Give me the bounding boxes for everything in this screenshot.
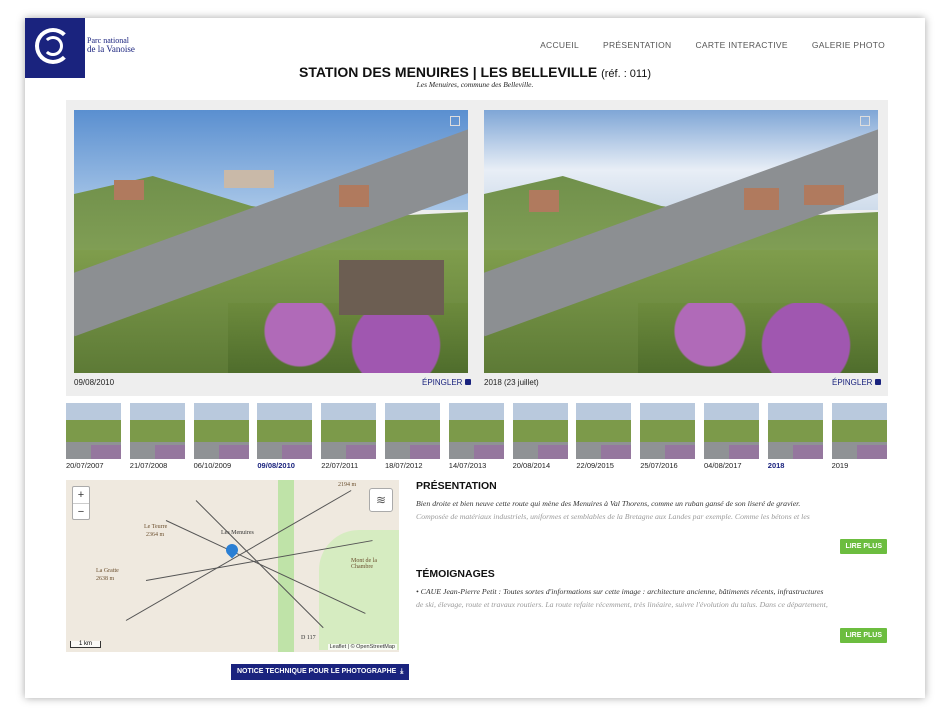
thumbnail[interactable]: 2019 [831, 403, 887, 470]
pin-left-label: ÉPINGLER [422, 378, 463, 387]
testimonies-text-2: de ski, élevage, route et travaux routie… [416, 600, 828, 609]
thumbnail[interactable]: 22/07/2011 [321, 403, 377, 470]
thumbnail[interactable]: 09/08/2010 [257, 403, 313, 470]
pin-right-label: ÉPINGLER [832, 378, 873, 387]
notice-technique-label: NOTICE TECHNIQUE POUR LE PHOTOGRAPHE [237, 668, 397, 675]
map-label-les-menuires: Les Menuires [221, 530, 254, 536]
map-zoom-control: + − [72, 486, 90, 520]
presentation-text-2: Composée de matériaux industriels, unifo… [416, 512, 810, 521]
map-label-d117: D 117 [301, 635, 316, 641]
logo-line-2: de la Vanoise [87, 44, 135, 54]
thumbnail[interactable]: 20/08/2014 [512, 403, 568, 470]
lock-icon [465, 379, 472, 385]
thumbnail-label: 06/10/2009 [193, 461, 232, 470]
title-main: STATION DES MENUIRES | LES BELLEVILLE [298, 64, 598, 80]
presentation-read-more-button[interactable]: LIRE PLUS [840, 539, 887, 554]
notice-technique-button[interactable]: NOTICE TECHNIQUE POUR LE PHOTOGRAPHE ⤓ [231, 664, 410, 680]
thumbnail-label: 20/07/2007 [66, 461, 104, 470]
photo-comparison: 09/08/2010 ÉPINGLER 2018 (23 juillet) ÉP… [66, 100, 888, 396]
thumbnail-image [767, 403, 823, 459]
thumbnail-label: 22/07/2011 [321, 461, 359, 470]
fullscreen-icon[interactable] [450, 116, 460, 126]
thumbnail-image [193, 403, 249, 459]
map-label-le-teurre: Le Teurre [144, 524, 168, 530]
map-label-mont-chambre: Mont de la Chambre [351, 558, 377, 570]
page-subtitle: Les Menuires, commune des Belleville. [416, 80, 534, 89]
download-icon: ⤓ [398, 668, 404, 675]
photo-right-date: 2018 (23 juillet) [484, 378, 539, 387]
thumbnail-image [321, 403, 377, 459]
presentation-text-1: Bien droite et bien neuve cette route qu… [416, 499, 801, 508]
zoom-in-button[interactable]: + [73, 487, 89, 503]
thumbnail-image [576, 403, 632, 459]
map-label-la-gratte: La Gratte [96, 568, 119, 574]
map-scale: 1 km [70, 641, 102, 648]
thumbnail-label: 04/08/2017 [704, 461, 742, 470]
thumbnail-image [831, 403, 887, 459]
thumbnail-label: 18/07/2012 [385, 461, 423, 470]
thumbnail-label: 14/07/2013 [448, 461, 487, 470]
thumbnail[interactable]: 14/07/2013 [448, 403, 504, 470]
photo-right[interactable] [484, 110, 878, 373]
layers-icon[interactable]: ≋ [369, 488, 393, 512]
thumbnail[interactable]: 06/10/2009 [193, 403, 249, 470]
location-map[interactable]: Le Teurre 2364 m La Gratte 2638 m Les Me… [66, 480, 399, 652]
fullscreen-icon[interactable] [860, 116, 870, 126]
page-title: STATION DES MENUIRES | LES BELLEVILLE (r… [25, 64, 925, 80]
main-nav: ACCUEIL PRÉSENTATION CARTE INTERACTIVE G… [540, 40, 885, 50]
thumbnail-image [385, 403, 440, 459]
map-label-2194: 2194 m [338, 482, 357, 488]
testimonies-read-more-button[interactable]: LIRE PLUS [840, 628, 887, 643]
thumbnail-image [512, 403, 568, 459]
testimonies-text-1: • CAUE Jean-Pierre Petit : Toutes sortes… [416, 587, 824, 596]
thumbnail-image [257, 403, 313, 459]
map-attribution[interactable]: Leaflet | © OpenStreetMap [327, 644, 397, 650]
thumbnail-label: 09/08/2010 [257, 461, 295, 470]
nav-accueil[interactable]: ACCUEIL [540, 40, 579, 50]
thumbnail[interactable]: 22/09/2015 [576, 403, 632, 470]
map-label-la-gratte-alt: 2638 m [96, 576, 115, 582]
thumbnail-label: 22/09/2015 [576, 461, 614, 470]
logo-text: Parc national de la Vanoise [87, 36, 135, 54]
page: Parc national de la Vanoise ACCUEIL PRÉS… [25, 18, 925, 698]
presentation-heading: PRÉSENTATION [416, 480, 497, 492]
thumbnail-label: 21/07/2008 [129, 461, 168, 470]
photo-left[interactable] [74, 110, 468, 373]
thumbnail[interactable]: 20/07/2007 [66, 403, 121, 470]
thumbnail-label: 25/07/2016 [640, 461, 678, 470]
thumbnail-strip: 20/07/2007 21/07/2008 06/10/2009 09/08/2010… [66, 403, 888, 475]
testimonies-section: TÉMOIGNAGES • CAUE Jean-Pierre Petit : T… [416, 568, 886, 611]
thumbnail-label: 2019 [831, 461, 849, 470]
thumbnail-image [129, 403, 185, 459]
nav-galerie-photo[interactable]: GALERIE PHOTO [812, 40, 885, 50]
testimonies-heading: TÉMOIGNAGES [416, 568, 495, 580]
nav-carte-interactive[interactable]: CARTE INTERACTIVE [695, 40, 787, 50]
thumbnail-image [66, 403, 121, 459]
zoom-out-button[interactable]: − [73, 503, 89, 519]
thumbnail-label: 2018 [767, 461, 785, 470]
presentation-section: PRÉSENTATION Bien droite et bien neuve c… [416, 480, 886, 523]
thumbnail[interactable]: 21/07/2008 [129, 403, 185, 470]
thumbnail-image [640, 403, 696, 459]
lock-icon [875, 379, 882, 385]
thumbnail[interactable]: 18/07/2012 [385, 403, 440, 470]
thumbnail-image [448, 403, 504, 459]
thumbnail-image [704, 403, 759, 459]
thumbnail-label: 20/08/2014 [512, 461, 551, 470]
logo-swirl-inner-icon [43, 36, 63, 56]
thumbnail[interactable]: 25/07/2016 [640, 403, 696, 470]
nav-presentation[interactable]: PRÉSENTATION [603, 40, 671, 50]
pin-right-button[interactable]: ÉPINGLER [832, 378, 882, 387]
thumbnail[interactable]: 04/08/2017 [704, 403, 759, 470]
map-label-le-teurre-alt: 2364 m [146, 532, 165, 538]
pin-left-button[interactable]: ÉPINGLER [422, 378, 472, 387]
photo-left-date: 09/08/2010 [74, 378, 115, 387]
title-ref: (réf. : 011) [601, 68, 652, 80]
thumbnail[interactable]: 2018 [767, 403, 823, 470]
